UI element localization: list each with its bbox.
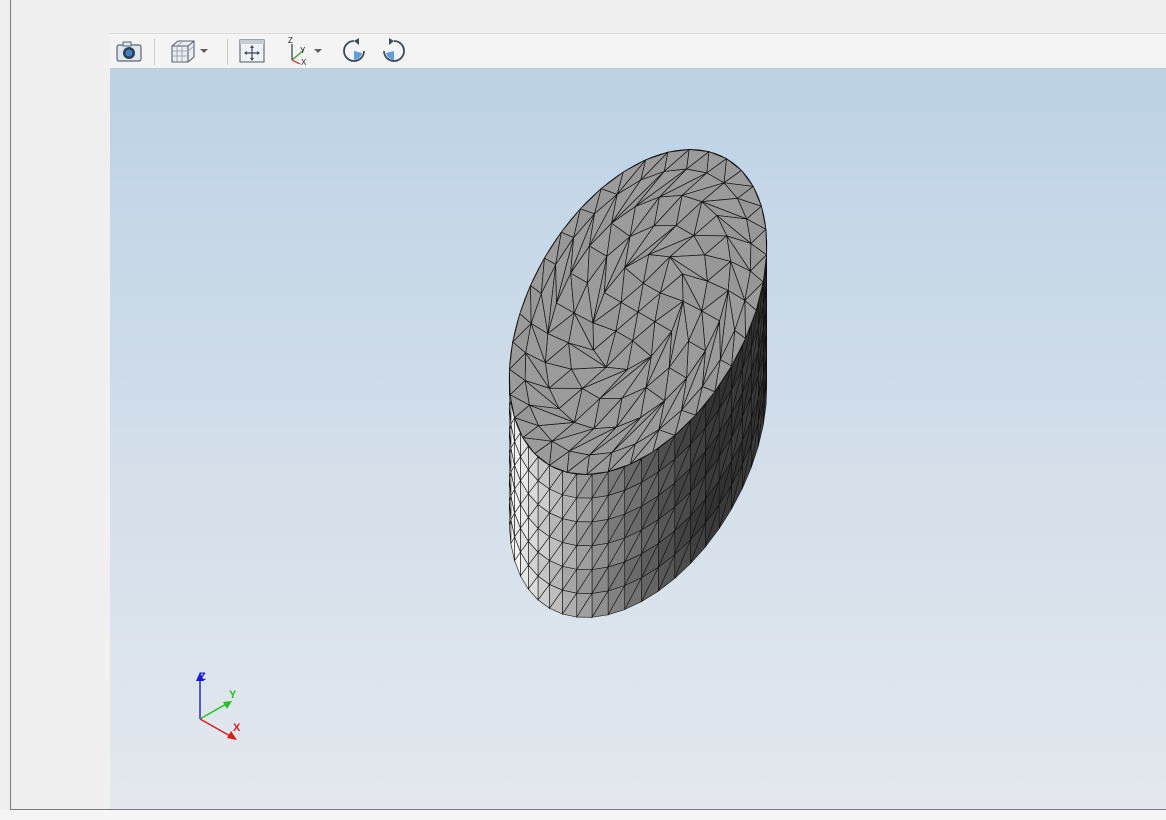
cube-icon — [171, 40, 195, 63]
svg-text:X: X — [301, 58, 307, 66]
toolbar-separator — [154, 39, 155, 65]
chevron-down-icon — [200, 49, 208, 53]
rotate-ccw-button[interactable] — [338, 36, 370, 66]
triad-y-axis — [199, 702, 229, 720]
triad-x-label: X — [233, 722, 241, 734]
camera-icon — [116, 41, 142, 62]
viewer-toolbar: Z Y X — [110, 33, 1166, 69]
triad-y-label: Y — [229, 689, 237, 701]
triad-z-label: Z — [199, 671, 206, 683]
3d-viewport[interactable]: Z Y X — [110, 69, 1166, 809]
window-left-border — [10, 0, 11, 810]
svg-text:Z: Z — [288, 36, 293, 45]
fit-view-button[interactable] — [236, 36, 268, 66]
rotate-right-icon — [383, 38, 405, 62]
chevron-down-icon — [314, 49, 322, 53]
fit-view-icon — [239, 39, 265, 63]
rotate-left-icon — [343, 38, 365, 62]
toolbar-separator — [227, 39, 228, 65]
view-orientation-button[interactable]: Z Y X — [280, 36, 328, 66]
axis-triad: Z Y X — [196, 671, 241, 740]
axes-icon: Z Y X — [288, 36, 307, 66]
triad-x-axis — [199, 718, 233, 738]
rotate-cw-button[interactable] — [378, 36, 410, 66]
screenshot-button[interactable] — [113, 36, 145, 66]
status-strip — [0, 810, 1166, 820]
svg-text:Y: Y — [300, 46, 306, 55]
view-style-button[interactable] — [164, 36, 214, 66]
